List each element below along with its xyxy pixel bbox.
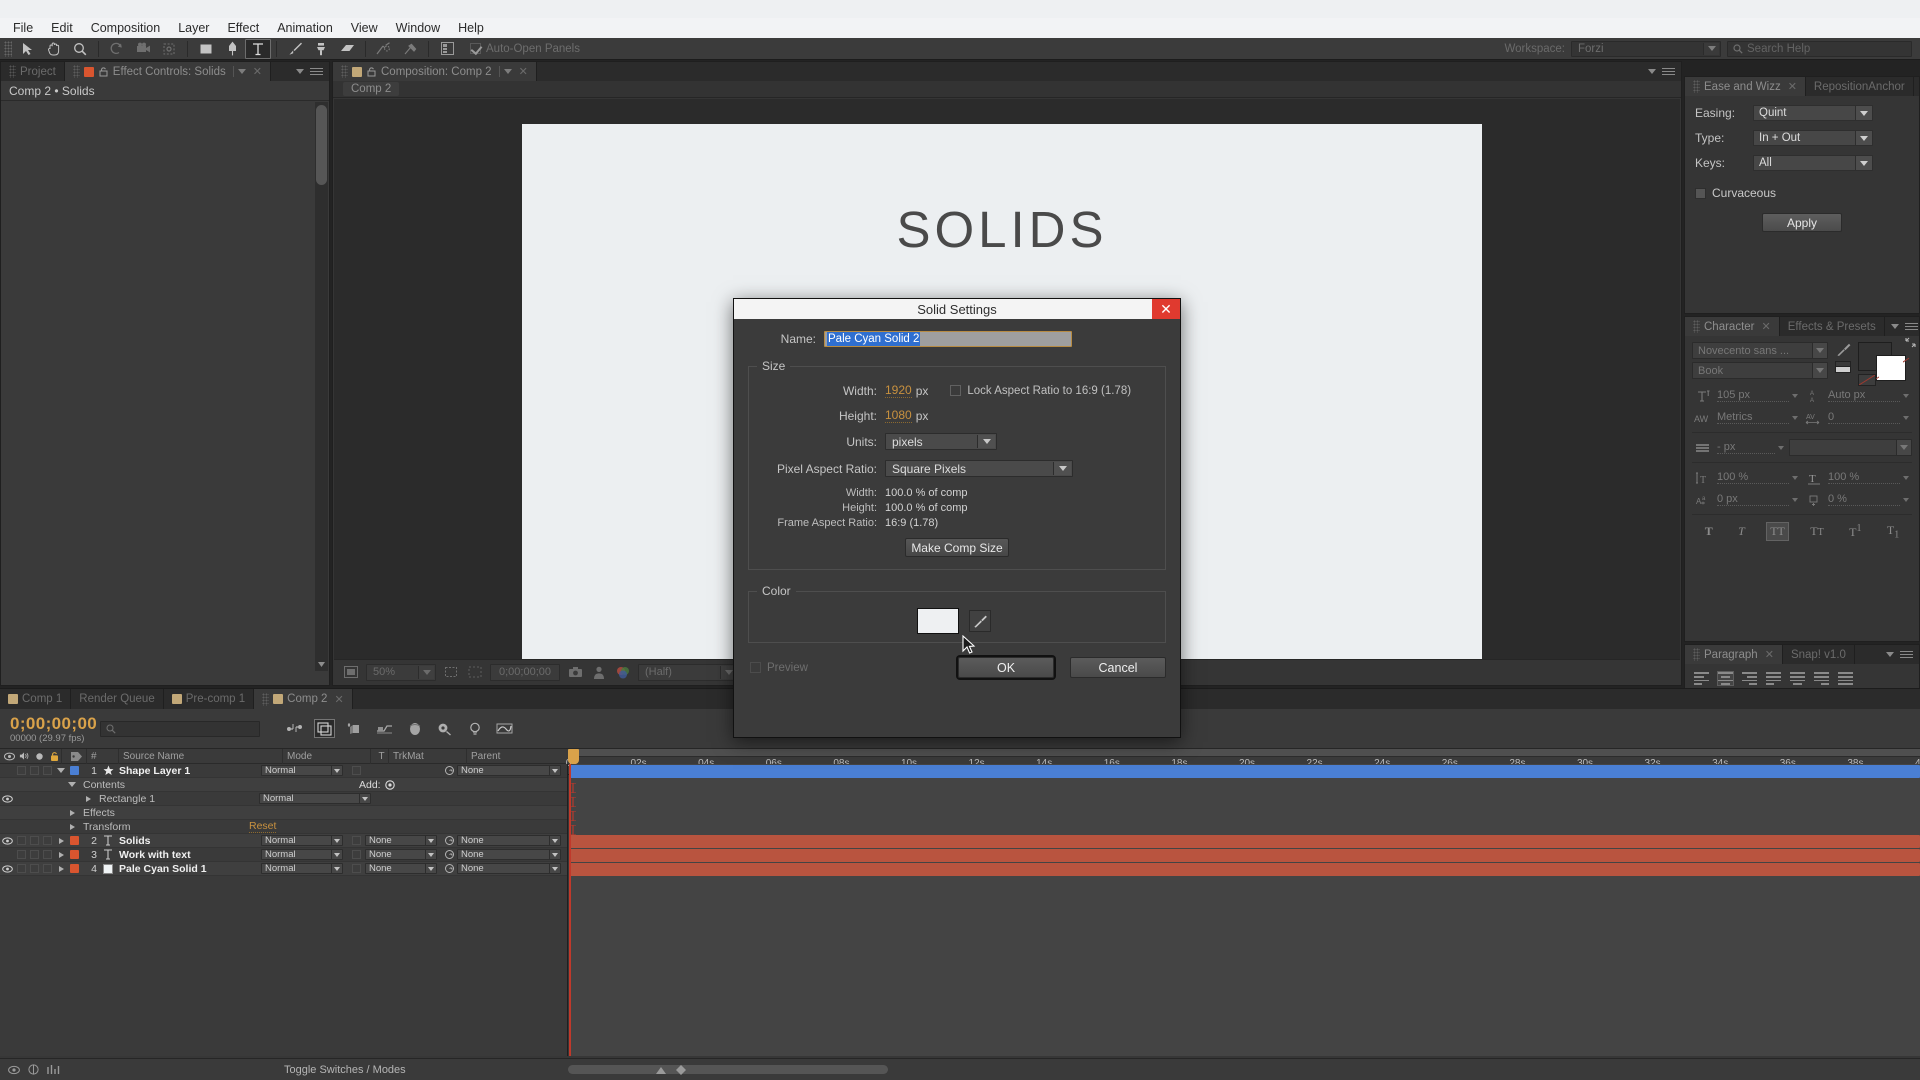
lock-aspect-ratio-toggle[interactable]: Lock Aspect Ratio to 16:9 (1.78) [950, 385, 1131, 397]
width-row: Width: 1920 px Lock Aspect Ratio to 16:9… [757, 383, 1157, 398]
height-label: Height: [838, 408, 877, 423]
color-legend: Color [762, 584, 791, 598]
size-legend: Size [762, 359, 786, 373]
lock-aspect-label: Lock Aspect Ratio to 16:9 (1.78) [967, 384, 1132, 397]
info-width-row: Width: 100.0 % of comp [757, 487, 1157, 499]
solid-name-input[interactable]: Pale Cyan Solid 2 [824, 331, 1072, 347]
info-width-value: 100.0 % of comp [885, 487, 968, 499]
chevron-down-icon[interactable] [977, 435, 995, 448]
dialog-titlebar: Solid Settings ✕ [734, 299, 1180, 319]
dialog-title: Solid Settings [917, 301, 997, 317]
pixel-aspect-ratio-select[interactable]: Square Pixels [885, 460, 1073, 477]
ok-button[interactable]: OK [958, 657, 1054, 678]
close-icon[interactable]: ✕ [1152, 299, 1180, 319]
info-far-value: 16:9 (1.78) [885, 517, 939, 529]
height-row: Height: 1080 px [757, 408, 1157, 423]
chevron-down-icon[interactable] [1053, 462, 1071, 475]
eyedropper-icon[interactable] [969, 610, 991, 632]
color-group: Color [748, 584, 1166, 643]
dialog-body: Name: Pale Cyan Solid 2 Size Width: 1920… [734, 319, 1180, 739]
solid-settings-dialog: Solid Settings ✕ Name: Pale Cyan Solid 2… [733, 298, 1181, 738]
width-unit: px [915, 383, 929, 398]
width-value[interactable]: 1920 [885, 383, 912, 398]
units-select[interactable]: pixels [885, 433, 997, 450]
preview-checkbox[interactable] [750, 662, 761, 673]
par-value: Square Pixels [892, 461, 967, 476]
info-width-label: Width: [845, 487, 877, 499]
size-group: Size Width: 1920 px Lock Aspect Ratio to… [748, 359, 1166, 570]
width-label: Width: [842, 383, 877, 398]
cancel-label: Cancel [1098, 660, 1138, 675]
units-row: Units: pixels [757, 433, 1157, 450]
mouse-cursor-icon [962, 635, 976, 654]
lock-aspect-checkbox[interactable] [950, 385, 962, 396]
info-height-row: Height: 100.0 % of comp [757, 502, 1157, 514]
info-height-value: 100.0 % of comp [885, 502, 968, 514]
info-far-row: Frame Aspect Ratio: 16:9 (1.78) [757, 517, 1157, 529]
make-comp-size-button[interactable]: Make Comp Size [905, 538, 1009, 557]
cancel-button[interactable]: Cancel [1070, 657, 1166, 678]
info-far-label: Frame Aspect Ratio: [777, 517, 877, 529]
height-unit: px [915, 408, 929, 423]
dialog-footer: Preview OK Cancel [748, 657, 1166, 678]
height-value[interactable]: 1080 [885, 408, 912, 423]
units-label: Units: [846, 434, 877, 449]
name-label: Name: [780, 332, 816, 346]
pixel-aspect-ratio-row: Pixel Aspect Ratio: Square Pixels [757, 460, 1157, 477]
ok-label: OK [996, 660, 1016, 675]
units-value: pixels [892, 434, 923, 449]
info-height-label: Height: [842, 502, 877, 514]
par-label: Pixel Aspect Ratio: [776, 461, 877, 476]
solid-name-value: Pale Cyan Solid 2 [827, 332, 921, 346]
modal-overlay: Solid Settings ✕ Name: Pale Cyan Solid 2… [0, 0, 1920, 1080]
after-effects-window: File Edit Composition Layer Effect Anima… [0, 0, 1920, 1080]
preview-label: Preview [767, 661, 808, 674]
preview-toggle[interactable]: Preview [750, 662, 808, 674]
solid-color-swatch[interactable] [917, 608, 959, 634]
make-comp-size-label: Make Comp Size [911, 540, 1003, 555]
name-row: Name: Pale Cyan Solid 2 [748, 331, 1166, 347]
